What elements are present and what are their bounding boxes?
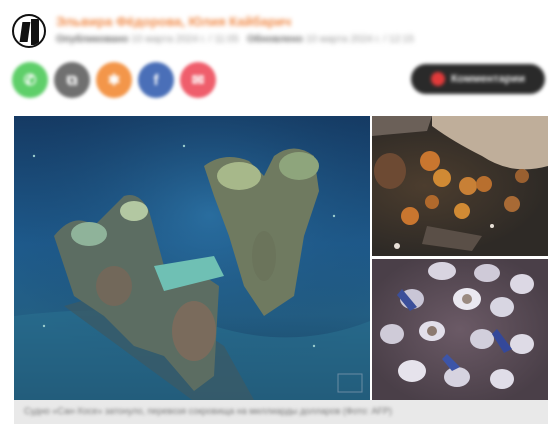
comments-button[interactable]: Комментарии bbox=[411, 64, 545, 94]
caption-text: Судно «Сан-Хосе» затонуло, перевозя сокр… bbox=[24, 406, 393, 416]
coins-illustration bbox=[372, 116, 548, 251]
updated-label: Обновлено bbox=[246, 34, 304, 45]
published-date: 10 марта 2024 г. / 11:05 bbox=[131, 34, 239, 45]
gmail-icon: ✉ bbox=[191, 72, 205, 89]
share-row: ✆ ⧉ ✱ f ✉ Комментарии bbox=[12, 62, 547, 102]
shipwreck-illustration bbox=[14, 116, 370, 400]
author-row: Эльвира Фёдорова, Юлия Кайбарич Опублико… bbox=[12, 10, 552, 50]
author-name[interactable]: Эльвира Фёдорова, Юлия Кайбарич bbox=[56, 14, 291, 29]
photo-caption: Судно «Сан-Хосе» затонуло, перевозя сокр… bbox=[14, 400, 548, 424]
share-gmail-button[interactable]: ✉ bbox=[180, 62, 216, 98]
coins-photo[interactable] bbox=[372, 116, 548, 256]
comment-icon bbox=[430, 72, 445, 86]
facebook-icon: f bbox=[153, 71, 159, 89]
published-label: Опубликовано bbox=[56, 34, 129, 45]
copy-link-icon: ⧉ bbox=[66, 71, 78, 89]
ok-icon: ✱ bbox=[107, 72, 121, 89]
comments-label: Комментарии bbox=[450, 73, 526, 85]
photo-collage bbox=[14, 116, 548, 400]
whatsapp-icon: ✆ bbox=[23, 72, 37, 89]
share-facebook-button[interactable]: f bbox=[138, 62, 174, 98]
publish-meta: Опубликовано 10 марта 2024 г. / 11:05 Об… bbox=[56, 34, 414, 45]
share-whatsapp-button[interactable]: ✆ bbox=[12, 62, 48, 98]
logo-mark-right bbox=[31, 19, 39, 45]
porcelain-illustration bbox=[380, 262, 534, 389]
share-ok-button[interactable]: ✱ bbox=[96, 62, 132, 98]
porcelain-photo[interactable] bbox=[372, 259, 548, 400]
logo-mark-left bbox=[19, 22, 31, 42]
shipwreck-photo[interactable] bbox=[14, 116, 370, 400]
publication-logo[interactable] bbox=[12, 14, 46, 48]
updated-date: 10 марта 2024 г. / 12:15 bbox=[305, 34, 414, 45]
share-copy-link-button[interactable]: ⧉ bbox=[54, 62, 90, 98]
